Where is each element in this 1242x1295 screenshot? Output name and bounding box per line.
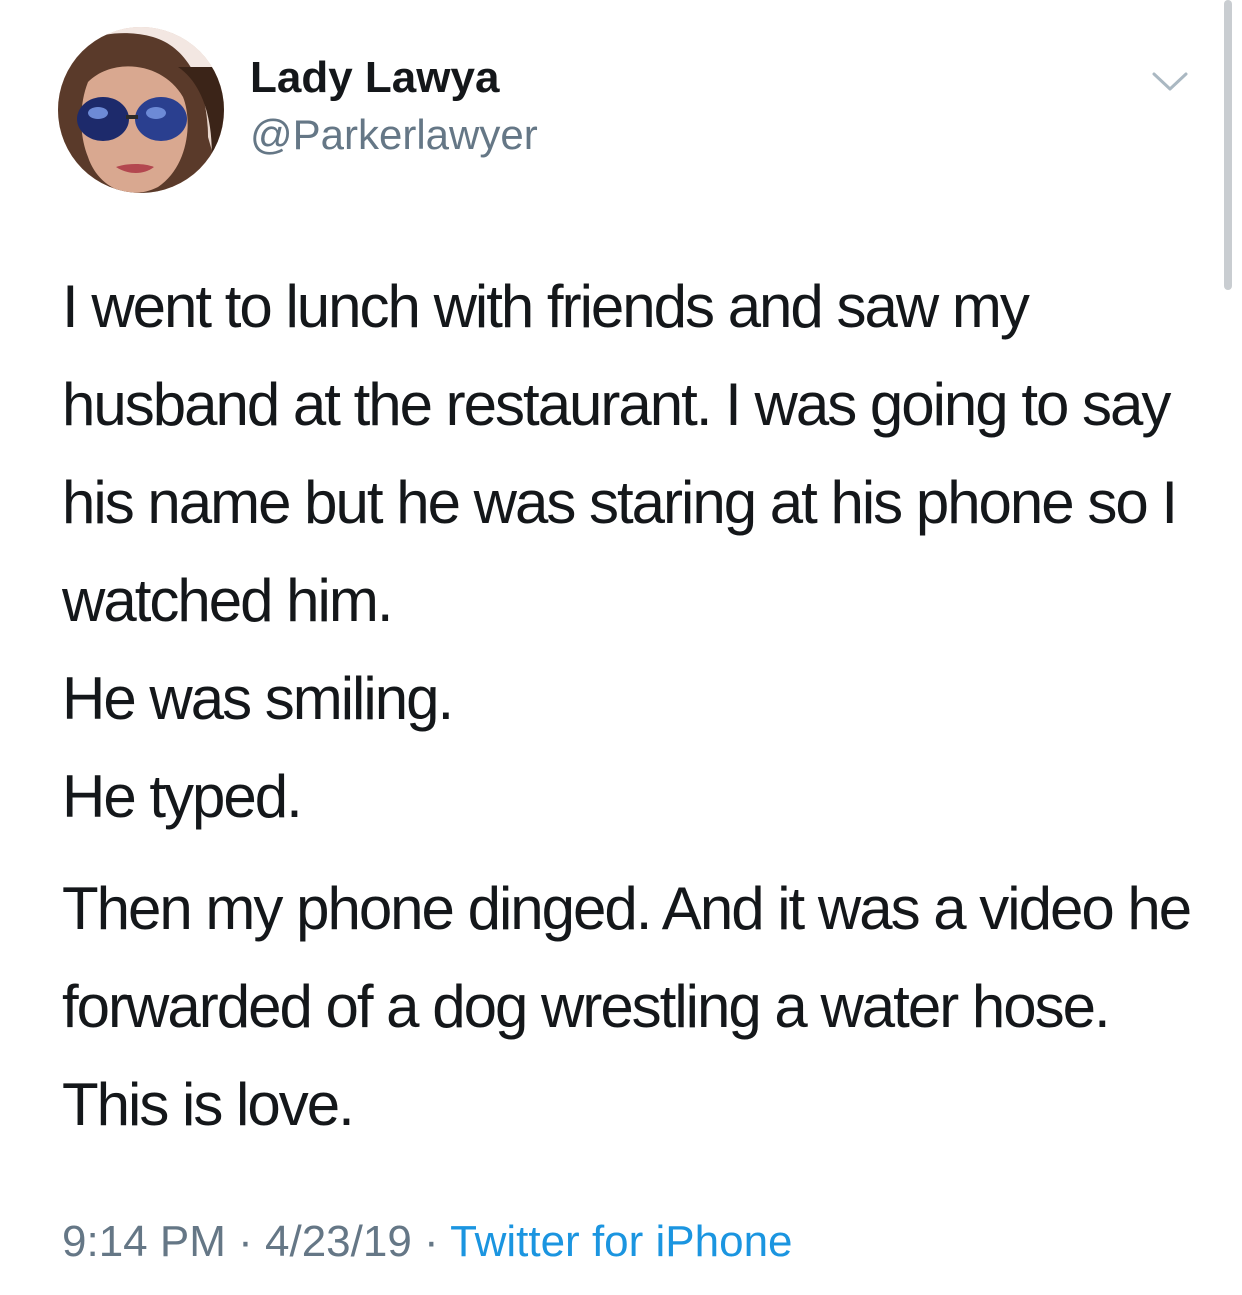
tweet-paragraph: He was smiling. <box>62 665 454 732</box>
tweet-source-link[interactable]: Twitter for iPhone <box>450 1217 792 1266</box>
avatar-image <box>58 27 224 193</box>
meta-separator: · <box>424 1217 439 1266</box>
chevron-down-icon[interactable] <box>1148 64 1192 100</box>
tweet-meta: 9:14 PM · 4/23/19 · Twitter for iPhone <box>62 1214 793 1270</box>
tweet-time[interactable]: 9:14 PM <box>62 1217 226 1266</box>
tweet: Lady Lawya @Parkerlawyer I went to lunch… <box>0 0 1242 1295</box>
author-display-name[interactable]: Lady Lawya <box>250 50 499 106</box>
scrollbar[interactable] <box>1224 0 1232 290</box>
tweet-text: I went to lunch with friends and saw my … <box>62 258 1212 1154</box>
meta-separator: · <box>238 1217 253 1266</box>
tweet-paragraph: I went to lunch with friends and saw my … <box>62 273 1178 634</box>
tweet-paragraph: He typed. <box>62 763 303 830</box>
avatar[interactable] <box>58 27 224 193</box>
tweet-paragraph: Then my phone dinged. And it was a video… <box>62 875 1192 1138</box>
author-handle[interactable]: @Parkerlawyer <box>250 108 538 162</box>
tweet-date[interactable]: 4/23/19 <box>265 1217 412 1266</box>
